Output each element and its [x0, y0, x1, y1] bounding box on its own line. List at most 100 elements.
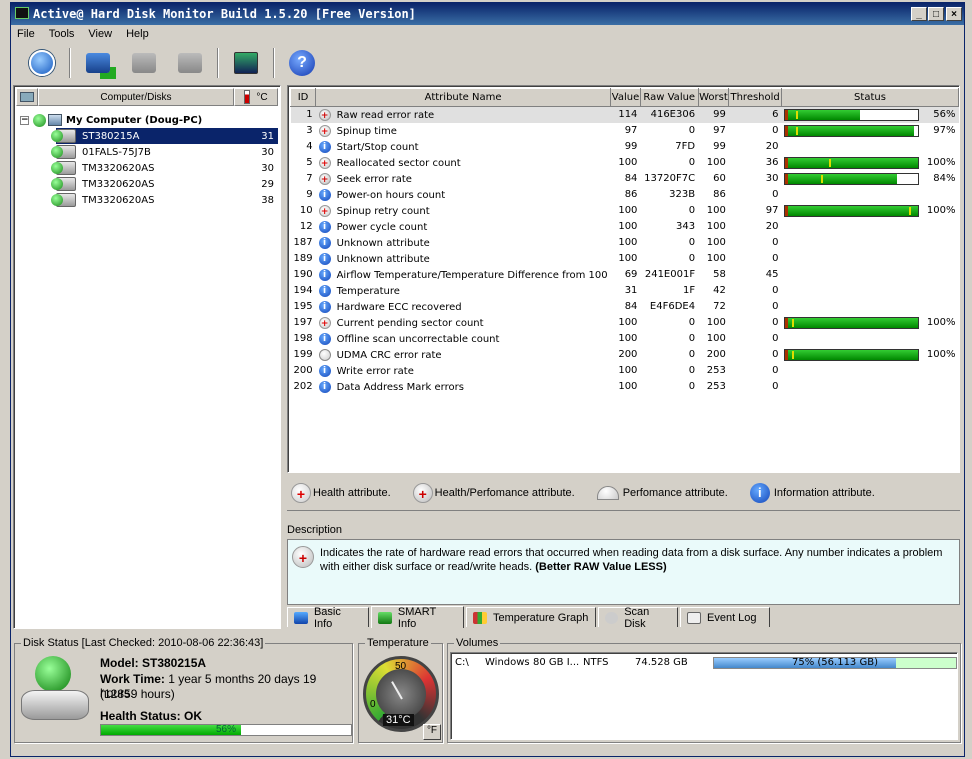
- menu-item-file[interactable]: File: [17, 28, 35, 40]
- attribute-id: 189: [293, 253, 313, 264]
- table-row[interactable]: 4 i Start/Stop count 99 7FD 99 20: [291, 139, 959, 155]
- attribute-id: 3: [306, 125, 313, 136]
- preferences-button[interactable]: [223, 45, 269, 81]
- attribute-value: 100: [618, 157, 638, 168]
- status-bar-marker: [792, 318, 795, 327]
- volume-filesystem: NTFS: [583, 657, 609, 668]
- legend-health-perf: + Health/Perfomance attribute.: [412, 482, 575, 503]
- attribute-threshold: 36: [765, 157, 779, 168]
- column-header-attribute-name[interactable]: Attribute Name: [315, 88, 612, 107]
- tree-disk-item[interactable]: TM3320620AS 29: [51, 176, 278, 192]
- attribute-status: [781, 235, 958, 251]
- tree-disk-item[interactable]: ST380215A 31: [51, 128, 278, 144]
- attribute-name-cell: i Power-on hours count: [316, 187, 611, 203]
- remove-computer-button[interactable]: [167, 45, 213, 81]
- tree-disk-item[interactable]: 01FALS-75J7B 30: [51, 144, 278, 160]
- column-header-raw-value[interactable]: Raw Value: [639, 88, 699, 107]
- table-row[interactable]: 199 UDMA CRC error rate 200 0 200 0 100%: [291, 347, 959, 363]
- table-row[interactable]: 1 + Raw read error rate 114 416E306 99 6 56%: [290, 106, 959, 123]
- column-header-value[interactable]: Value: [610, 88, 641, 107]
- status-bar-threshold: [785, 125, 789, 136]
- attribute-id: 195: [293, 301, 313, 312]
- attribute-id: 199: [293, 349, 313, 360]
- volume-usage-label: 75% (56.113 GB): [792, 657, 878, 668]
- table-row[interactable]: 12 i Power cycle count 100 343 100 20: [291, 219, 959, 235]
- attribute-name: Unknown attribute: [336, 253, 430, 265]
- table-row[interactable]: 10 + Spinup retry count 100 0 100 97 100%: [291, 203, 959, 219]
- information-icon: i: [318, 220, 331, 233]
- maximize-button[interactable]: □: [928, 7, 944, 21]
- table-row[interactable]: 5 + Reallocated sector count 100 0 100 36 100%: [291, 155, 959, 171]
- column-header-worst[interactable]: Worst: [697, 88, 730, 107]
- table-row[interactable]: 189 i Unknown attribute 100 0 100 0: [291, 251, 959, 267]
- collapse-icon[interactable]: −: [20, 115, 29, 125]
- tree-header-temp[interactable]: °C: [234, 88, 278, 106]
- table-row[interactable]: 187 i Unknown attribute 100 0 100 0: [291, 235, 959, 251]
- attribute-name: Raw read error rate: [336, 109, 435, 121]
- table-row[interactable]: 7 + Seek error rate 84 13720F7C 60 30 84%: [291, 171, 959, 187]
- minimize-button[interactable]: _: [911, 7, 927, 21]
- column-header-threshold[interactable]: Threshold: [728, 88, 782, 107]
- attribute-status: 97%: [781, 123, 958, 139]
- attribute-status: [781, 379, 958, 395]
- close-button[interactable]: ×: [946, 7, 962, 21]
- attribute-status: 100%: [781, 315, 958, 331]
- status-percent: 100%: [926, 317, 956, 328]
- table-row[interactable]: 200 i Write error rate 100 0 253 0: [291, 363, 959, 379]
- temperature-title: Temperature: [365, 637, 431, 649]
- health-performance-icon: +: [318, 108, 331, 121]
- tab-smart-info[interactable]: SMART Info: [371, 606, 464, 630]
- information-icon: i: [318, 140, 331, 153]
- table-row[interactable]: 202 i Data Address Mark errors 100 0 253 0: [291, 379, 959, 395]
- settings-computer-button[interactable]: [121, 45, 167, 81]
- tree-header-name[interactable]: Computer/Disks: [38, 88, 234, 106]
- tree-disk-item[interactable]: TM3320620AS 30: [51, 160, 278, 176]
- attribute-worst: 100: [706, 333, 726, 344]
- table-row[interactable]: 195 i Hardware ECC recovered 84 E4F6DE4 72 0: [291, 299, 959, 315]
- menu-item-help[interactable]: Help: [126, 28, 149, 40]
- table-row[interactable]: 9 i Power-on hours count 86 323B 86 0: [291, 187, 959, 203]
- column-header-id[interactable]: ID: [289, 88, 317, 107]
- attribute-name-cell: + Seek error rate: [316, 171, 611, 187]
- attribute-threshold: 0: [772, 317, 779, 328]
- attribute-name-cell: i Power cycle count: [316, 219, 611, 235]
- computer-icon: [48, 114, 62, 126]
- attribute-threshold: 0: [772, 301, 779, 312]
- disk-name: TM3320620AS: [82, 162, 155, 174]
- table-row[interactable]: 190 i Airflow Temperature/Temperature Diff…: [291, 267, 959, 283]
- volume-row[interactable]: C:\ Windows 80 GB I... NTFS 74.528 GB 75% (56…: [455, 657, 957, 671]
- table-row[interactable]: 197 + Current pending sector count 100 0 100 0…: [291, 315, 959, 331]
- table-row[interactable]: 194 i Temperature 31 1F 42 0: [291, 283, 959, 299]
- table-row[interactable]: 198 i Offline scan uncorrectable count 100 0…: [291, 331, 959, 347]
- disk-name: 01FALS-75J7B: [82, 146, 151, 158]
- menu-item-tools[interactable]: Tools: [49, 28, 75, 40]
- tab-scan-disk[interactable]: Scan Disk: [598, 606, 678, 630]
- attribute-name: Airflow Temperature/Temperature Differen…: [336, 269, 608, 281]
- attribute-name-cell: i Temperature: [316, 283, 611, 299]
- tree-disk-item[interactable]: TM3320620AS 38: [51, 192, 278, 208]
- scan-tab-icon: [605, 611, 619, 624]
- tree-root[interactable]: − My Computer (Doug-PC): [20, 112, 202, 128]
- attribute-name: Start/Stop count: [336, 141, 419, 153]
- attribute-raw-value: 343: [676, 221, 696, 232]
- disk-model: Model: ST380215A: [100, 656, 207, 670]
- attribute-status: [781, 219, 958, 235]
- table-row[interactable]: 3 + Spinup time 97 0 97 0 97%: [291, 123, 959, 139]
- attribute-id: 5: [306, 157, 313, 168]
- title-bar[interactable]: Active@ Hard Disk Monitor Build 1.5.20 […: [11, 3, 964, 25]
- attribute-worst: 100: [706, 205, 726, 216]
- column-header-status[interactable]: Status: [780, 88, 960, 107]
- refresh-button[interactable]: [19, 45, 65, 81]
- help-button[interactable]: ?: [279, 45, 325, 81]
- tab-event-log[interactable]: Event Log: [680, 607, 770, 627]
- menu-item-view[interactable]: View: [88, 28, 112, 40]
- add-computer-icon: [86, 53, 110, 73]
- tab-temperature-graph[interactable]: Temperature Graph: [466, 607, 596, 627]
- attribute-threshold: 0: [772, 237, 779, 248]
- toolbar-separator: [69, 48, 71, 78]
- attribute-value: 100: [618, 221, 638, 232]
- tab-basic-info[interactable]: Basic Info: [287, 606, 369, 630]
- status-bar-threshold: [785, 109, 789, 120]
- add-computer-button[interactable]: [75, 45, 121, 81]
- fahrenheit-button[interactable]: °F: [423, 724, 441, 740]
